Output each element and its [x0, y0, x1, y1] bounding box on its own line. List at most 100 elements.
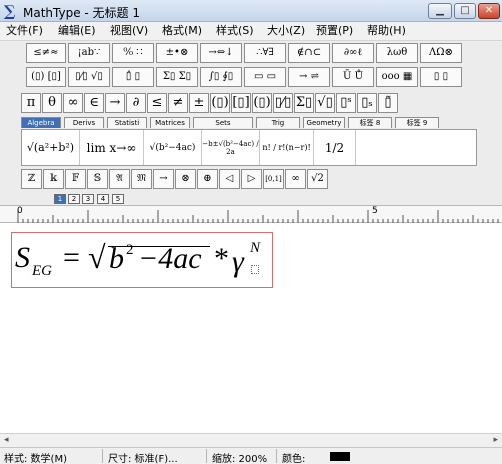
boxes-palette-button[interactable]: ▯ ▯: [420, 67, 462, 87]
menu-view[interactable]: 视图(V): [110, 24, 148, 38]
fences-palette-button[interactable]: (▯) [▯]: [26, 67, 66, 87]
tab-geometry[interactable]: Geometry: [303, 117, 345, 128]
tab-bar: Algebra Derivs Statisti Matrices Sets Tr…: [21, 117, 442, 128]
size-tab-4[interactable]: 4: [97, 194, 109, 204]
spaces-palette-button[interactable]: ¡ab∵: [68, 43, 110, 63]
less-equal-symbol-button[interactable]: ≤: [147, 93, 167, 113]
misc-palette-button[interactable]: ∂∞ℓ: [332, 43, 374, 63]
brackets-template-button[interactable]: [▯]: [231, 93, 251, 113]
tilde-template-button[interactable]: ▯̃: [378, 93, 398, 113]
greek-lower-palette-button[interactable]: λωθ: [376, 43, 418, 63]
scroll-left-icon[interactable]: ◂: [4, 435, 9, 445]
formula-equals: =: [63, 241, 80, 274]
template-hypotenuse[interactable]: √(a²+b²): [22, 130, 80, 165]
sets-palette-button[interactable]: ∉∩⊂: [288, 43, 330, 63]
labeled-arrows-palette-button[interactable]: → ⇌: [288, 67, 330, 87]
equation-editor[interactable]: S EG = √ b 2 −4ac * γ N: [0, 224, 502, 445]
rightarrow-symbol-button[interactable]: →: [153, 169, 174, 189]
minimize-button[interactable]: ▁: [428, 3, 452, 19]
status-divider: [206, 449, 207, 463]
formula-exponent-2: 2: [126, 242, 134, 258]
oplus-symbol-button[interactable]: ⊕: [197, 169, 218, 189]
relations-palette-button[interactable]: ≤≠≈: [26, 43, 66, 63]
tab-label-9[interactable]: 标签 9: [395, 117, 439, 128]
close-button[interactable]: ✕: [478, 3, 500, 19]
template-quadratic-formula[interactable]: −b±√(b²−4ac) / 2a: [202, 130, 260, 165]
menu-preferences[interactable]: 预置(P): [316, 24, 353, 38]
formula-b: b: [109, 242, 124, 275]
maximize-button[interactable]: □: [454, 3, 476, 19]
template-discriminant[interactable]: √(b²−4ac): [144, 130, 202, 165]
tab-algebra[interactable]: Algebra: [21, 117, 61, 128]
tab-derivs[interactable]: Derivs: [64, 117, 104, 128]
template-one-half[interactable]: 1/2: [314, 130, 356, 165]
menu-file[interactable]: 文件(F): [6, 24, 43, 38]
theta-symbol-button[interactable]: θ: [42, 93, 62, 113]
template-limit[interactable]: lim x→∞: [80, 130, 144, 165]
logic-palette-button[interactable]: ∴∀∃: [244, 43, 286, 63]
products-palette-button[interactable]: Ū Ů: [332, 67, 374, 87]
tab-sets[interactable]: Sets: [193, 117, 253, 128]
scripts-palette-button[interactable]: ▯̂ ▯: [112, 67, 154, 87]
tab-statistics[interactable]: Statisti: [107, 117, 147, 128]
matrices-palette-button[interactable]: ooo ▦: [376, 67, 418, 87]
greek-upper-palette-button[interactable]: ΛΩ⊗: [420, 43, 462, 63]
formula-minus-4ac: −4ac: [138, 242, 202, 275]
infinity-symbol-button[interactable]: ∞: [63, 93, 83, 113]
empty-slot-placeholder[interactable]: [251, 265, 259, 274]
horizontal-scrollbar[interactable]: ◂ ▸: [0, 433, 502, 447]
parentheses-template-button[interactable]: (▯): [210, 93, 230, 113]
k-symbol-button[interactable]: 𝕜: [43, 169, 64, 189]
menu-style[interactable]: 样式(S): [216, 24, 254, 38]
bars-palette-button[interactable]: ▭ ▭: [244, 67, 286, 87]
subscript-template-button[interactable]: ▯ₛ: [357, 93, 377, 113]
integrals-palette-button[interactable]: ∫▯ ∮▯: [200, 67, 242, 87]
toolbar-palette: ≤≠≈ ¡ab∵ ⁰⁄₀ ∷ ±•⊗ →⇔↓ ∴∀∃ ∉∩⊂ ∂∞ℓ λωθ Λ…: [0, 41, 502, 192]
right-triangle-symbol-button[interactable]: ▷: [241, 169, 262, 189]
sqrt-template-button[interactable]: √▯: [315, 93, 335, 113]
size-tab-1[interactable]: 1: [54, 194, 66, 204]
plus-minus-symbol-button[interactable]: ±: [189, 93, 209, 113]
menu-edit[interactable]: 编辑(E): [58, 24, 96, 38]
fraktur-a-symbol-button[interactable]: 𝔄: [109, 169, 130, 189]
size-tab-5[interactable]: 5: [112, 194, 124, 204]
status-color-swatch: [330, 452, 350, 461]
menu-help[interactable]: 帮助(H): [367, 24, 406, 38]
pi-symbol-button[interactable]: π: [21, 93, 41, 113]
infinity-small-symbol-button[interactable]: ∞: [285, 169, 306, 189]
embellishments-palette-button[interactable]: ⁰⁄₀ ∷: [112, 43, 154, 63]
menu-format[interactable]: 格式(M): [162, 24, 202, 38]
summation-palette-button[interactable]: Σ▯ Σ▯: [156, 67, 198, 87]
formula-subscript-eg: EG: [32, 263, 52, 279]
arrow-symbol-button[interactable]: →: [105, 93, 125, 113]
integers-symbol-button[interactable]: ℤ: [21, 169, 42, 189]
fraction-template-button[interactable]: ▯⁄▯: [273, 93, 293, 113]
f-symbol-button[interactable]: 𝔽: [65, 169, 86, 189]
tab-label-8[interactable]: 标签 8: [348, 117, 392, 128]
sqrt2-symbol-button[interactable]: √2: [307, 169, 328, 189]
template-combination[interactable]: n! / r!(n−r)!: [260, 130, 314, 165]
size-tab-3[interactable]: 3: [82, 194, 94, 204]
braces-template-button[interactable]: (▯): [252, 93, 272, 113]
tab-trig[interactable]: Trig: [256, 117, 300, 128]
title-bar: ∑ MathType - 无标题 1 ▁ □ ✕: [0, 0, 502, 22]
summation-template-button[interactable]: Σ▯: [294, 93, 314, 113]
partial-symbol-button[interactable]: ∂: [126, 93, 146, 113]
equation-selection-box[interactable]: S EG = √ b 2 −4ac * γ N: [11, 232, 273, 288]
not-equal-symbol-button[interactable]: ≠: [168, 93, 188, 113]
superscript-template-button[interactable]: ▯ˢ: [336, 93, 356, 113]
fractions-palette-button[interactable]: ▯⁄▯ √▯: [68, 67, 110, 87]
interval-symbol-button[interactable]: [0,1]: [263, 169, 284, 189]
otimes-symbol-button[interactable]: ⊗: [175, 169, 196, 189]
fraktur-m-symbol-button[interactable]: 𝔐: [131, 169, 152, 189]
scroll-right-icon[interactable]: ▸: [493, 435, 498, 445]
operators-palette-button[interactable]: ±•⊗: [156, 43, 198, 63]
left-triangle-symbol-button[interactable]: ◁: [219, 169, 240, 189]
element-of-symbol-button[interactable]: ∈: [84, 93, 104, 113]
menu-size[interactable]: 大小(Z): [267, 24, 305, 38]
ruler[interactable]: 0 5: [0, 205, 502, 223]
s-symbol-button[interactable]: 𝕊: [87, 169, 108, 189]
size-tab-2[interactable]: 2: [68, 194, 80, 204]
arrows-palette-button[interactable]: →⇔↓: [200, 43, 242, 63]
tab-matrices[interactable]: Matrices: [150, 117, 190, 128]
